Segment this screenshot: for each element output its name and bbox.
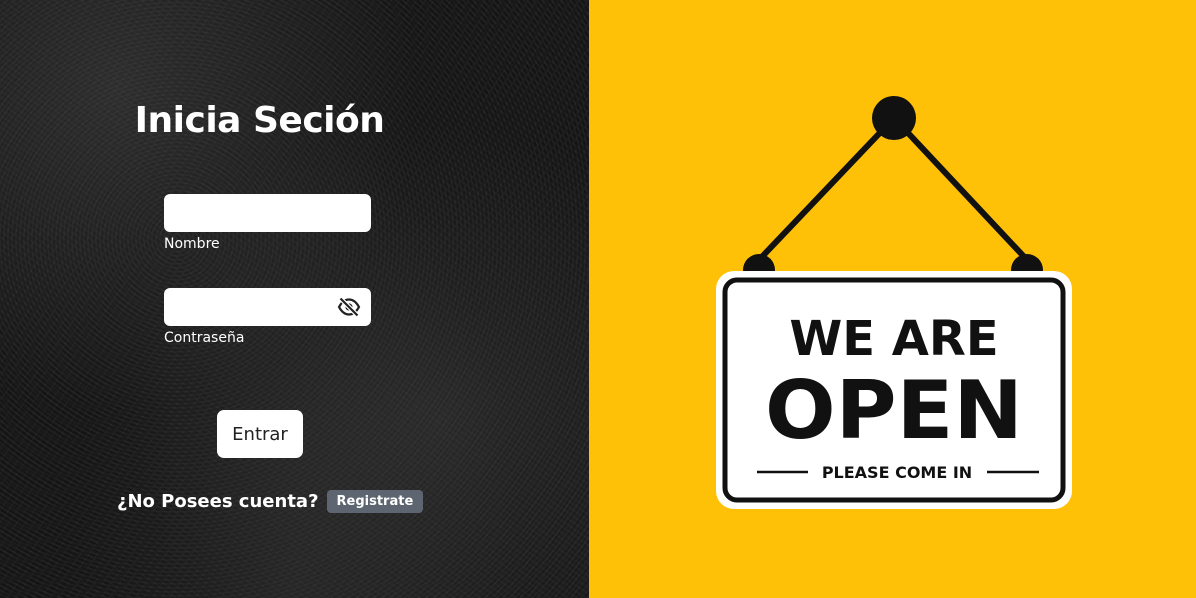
sign-text-line3: PLEASE COME IN [822, 463, 972, 482]
password-field: Contraseña [164, 288, 371, 346]
name-label: Nombre [164, 236, 220, 252]
name-input[interactable] [164, 194, 371, 232]
open-sign-image: WE ARE OPEN PLEASE COME IN [716, 96, 1072, 509]
sign-string-left [754, 115, 897, 265]
sign-nail [872, 96, 916, 140]
page-title: Inicia Seción [134, 100, 385, 141]
promo-panel: WE ARE OPEN PLEASE COME IN [589, 0, 1196, 598]
submit-button[interactable]: Entrar [217, 410, 303, 458]
register-prompt: ¿No Posees cuenta? [117, 491, 319, 512]
register-row: ¿No Posees cuenta? Registrate [117, 490, 424, 513]
sign-text-line2: OPEN [765, 364, 1023, 457]
eye-slash-icon[interactable] [337, 296, 361, 318]
name-field: Nombre [164, 194, 371, 252]
sign-text-line1: WE ARE [789, 311, 998, 367]
password-label: Contraseña [164, 330, 245, 346]
login-panel: Inicia Seción Nombre Contraseña Entrar ¿… [0, 0, 589, 598]
register-link[interactable]: Registrate [326, 490, 424, 513]
login-page: Inicia Seción Nombre Contraseña Entrar ¿… [0, 0, 1196, 598]
sign-string-right [891, 115, 1032, 265]
